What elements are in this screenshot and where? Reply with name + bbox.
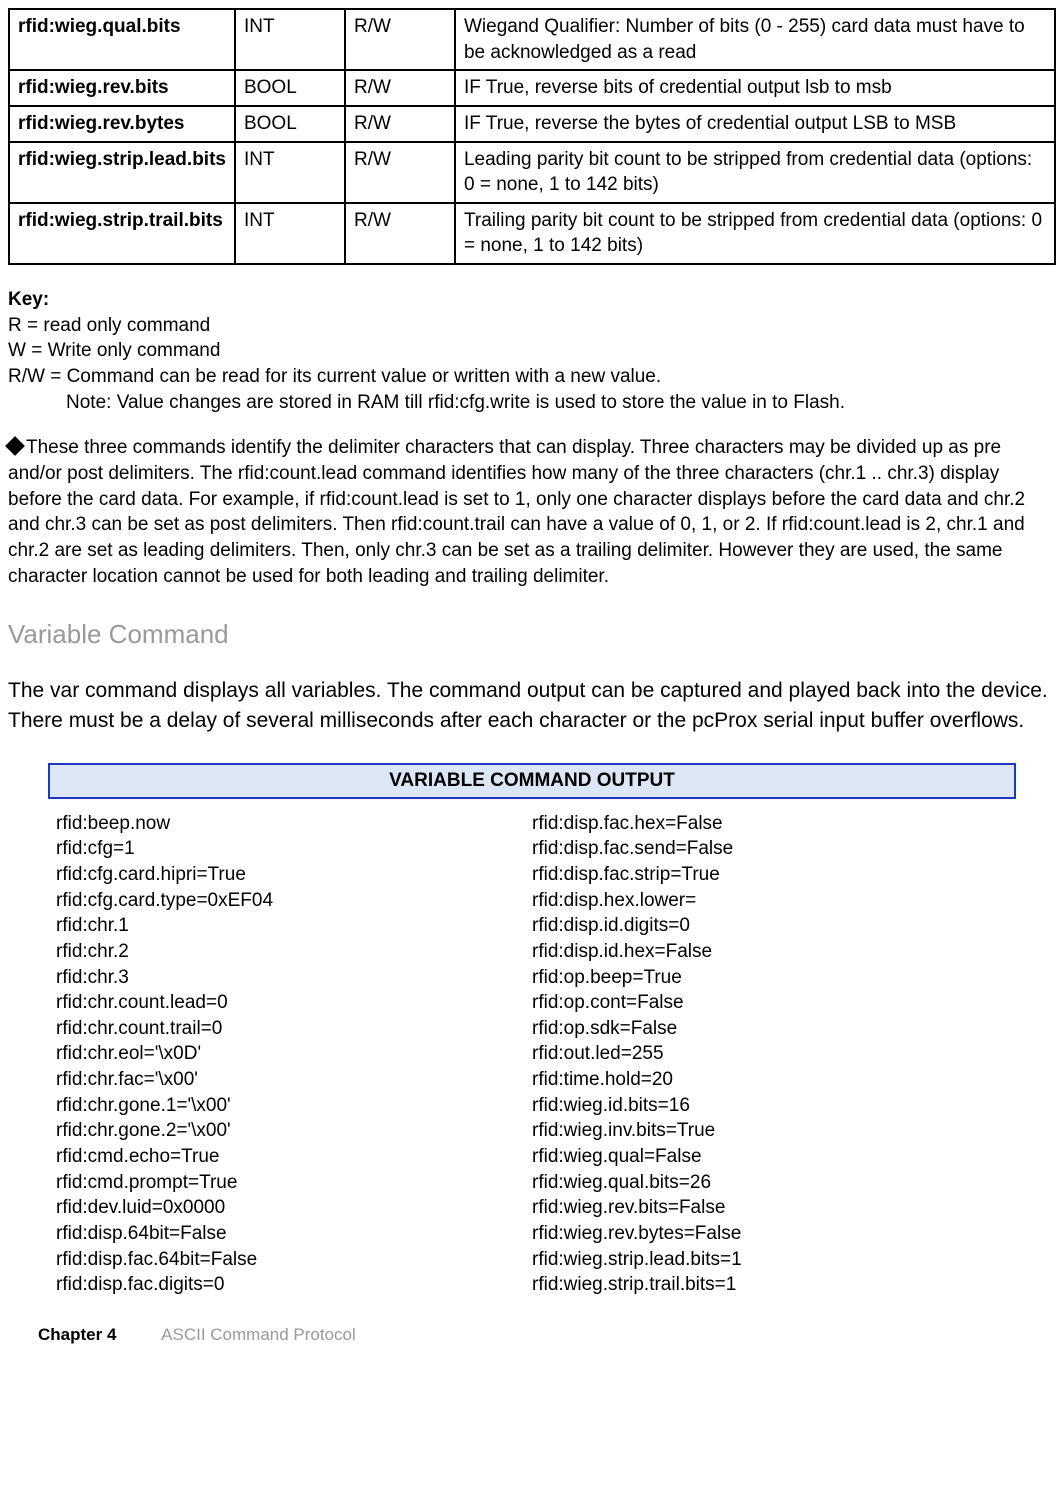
output-line: rfid:dev.luid=0x0000 xyxy=(56,1195,532,1221)
section-intro: The var command displays all variables. … xyxy=(8,676,1056,735)
cell-name: rfid:wieg.rev.bits xyxy=(9,70,235,106)
key-note: Note: Value changes are stored in RAM ti… xyxy=(8,390,1056,416)
output-line: rfid:disp.fac.hex=False xyxy=(532,811,1008,837)
cell-access: R/W xyxy=(345,142,455,203)
cell-access: R/W xyxy=(345,9,455,70)
output-line: rfid:chr.1 xyxy=(56,913,532,939)
table-row: rfid:wieg.rev.bytes BOOL R/W IF True, re… xyxy=(9,106,1055,142)
key-heading: Key: xyxy=(8,287,1056,313)
output-line: rfid:chr.gone.2='\x00' xyxy=(56,1118,532,1144)
output-columns: rfid:beep.now rfid:cfg=1 rfid:cfg.card.h… xyxy=(48,811,1016,1298)
section-heading: Variable Command xyxy=(8,617,1056,652)
output-line: rfid:wieg.rev.bits=False xyxy=(532,1195,1008,1221)
cell-type: INT xyxy=(235,203,345,264)
output-line: rfid:disp.fac.64bit=False xyxy=(56,1247,532,1273)
output-line: rfid:chr.2 xyxy=(56,939,532,965)
output-line: rfid:cfg.card.hipri=True xyxy=(56,862,532,888)
delimiter-text: These three commands identify the delimi… xyxy=(8,437,1025,586)
output-line: rfid:cfg=1 xyxy=(56,836,532,862)
output-header: VARIABLE COMMAND OUTPUT xyxy=(48,763,1016,799)
cell-desc: IF True, reverse bits of credential outp… xyxy=(455,70,1055,106)
footer-title: ASCII Command Protocol xyxy=(161,1325,356,1344)
cell-type: BOOL xyxy=(235,106,345,142)
cell-type: INT xyxy=(235,9,345,70)
cell-access: R/W xyxy=(345,203,455,264)
cell-access: R/W xyxy=(345,70,455,106)
output-line: rfid:cmd.prompt=True xyxy=(56,1170,532,1196)
output-line: rfid:disp.64bit=False xyxy=(56,1221,532,1247)
command-table-body: rfid:wieg.qual.bits INT R/W Wiegand Qual… xyxy=(9,9,1055,264)
table-row: rfid:wieg.rev.bits BOOL R/W IF True, rev… xyxy=(9,70,1055,106)
output-line: rfid:wieg.qual=False xyxy=(532,1144,1008,1170)
output-line: rfid:wieg.id.bits=16 xyxy=(532,1093,1008,1119)
output-line: rfid:chr.gone.1='\x00' xyxy=(56,1093,532,1119)
output-line: rfid:disp.id.digits=0 xyxy=(532,913,1008,939)
cell-desc: Leading parity bit count to be stripped … xyxy=(455,142,1055,203)
cell-name: rfid:wieg.rev.bytes xyxy=(9,106,235,142)
output-line: rfid:beep.now xyxy=(56,811,532,837)
key-line: R = read only command xyxy=(8,313,1056,339)
output-line: rfid:chr.count.trail=0 xyxy=(56,1016,532,1042)
output-line: rfid:op.beep=True xyxy=(532,965,1008,991)
output-line: rfid:wieg.strip.trail.bits=1 xyxy=(532,1272,1008,1298)
output-line: rfid:disp.fac.strip=True xyxy=(532,862,1008,888)
footer-chapter: Chapter 4 xyxy=(38,1325,116,1344)
cell-desc: Trailing parity bit count to be stripped… xyxy=(455,203,1055,264)
key-section: Key: R = read only command W = Write onl… xyxy=(8,287,1056,415)
output-line: rfid:disp.fac.digits=0 xyxy=(56,1272,532,1298)
output-col-right: rfid:disp.fac.hex=False rfid:disp.fac.se… xyxy=(532,811,1008,1298)
output-line: rfid:chr.eol='\x0D' xyxy=(56,1041,532,1067)
cell-type: BOOL xyxy=(235,70,345,106)
key-line: W = Write only command xyxy=(8,338,1056,364)
output-line: rfid:wieg.rev.bytes=False xyxy=(532,1221,1008,1247)
cell-desc: Wiegand Qualifier: Number of bits (0 - 2… xyxy=(455,9,1055,70)
output-line: rfid:disp.fac.send=False xyxy=(532,836,1008,862)
output-line: rfid:chr.count.lead=0 xyxy=(56,990,532,1016)
cell-access: R/W xyxy=(345,106,455,142)
table-row: rfid:wieg.strip.lead.bits INT R/W Leadin… xyxy=(9,142,1055,203)
cell-name: rfid:wieg.strip.lead.bits xyxy=(9,142,235,203)
output-line: rfid:chr.3 xyxy=(56,965,532,991)
cell-name: rfid:wieg.strip.trail.bits xyxy=(9,203,235,264)
command-table: rfid:wieg.qual.bits INT R/W Wiegand Qual… xyxy=(8,8,1056,265)
key-line: R/W = Command can be read for its curren… xyxy=(8,364,1056,390)
delimiter-paragraph: These three commands identify the delimi… xyxy=(8,435,1056,589)
output-line: rfid:wieg.strip.lead.bits=1 xyxy=(532,1247,1008,1273)
output-line: rfid:out.led=255 xyxy=(532,1041,1008,1067)
table-row: rfid:wieg.strip.trail.bits INT R/W Trail… xyxy=(9,203,1055,264)
output-line: rfid:time.hold=20 xyxy=(532,1067,1008,1093)
cell-name: rfid:wieg.qual.bits xyxy=(9,9,235,70)
output-line: rfid:cmd.echo=True xyxy=(56,1144,532,1170)
output-line: rfid:wieg.inv.bits=True xyxy=(532,1118,1008,1144)
output-line: rfid:disp.hex.lower= xyxy=(532,888,1008,914)
output-col-left: rfid:beep.now rfid:cfg=1 rfid:cfg.card.h… xyxy=(56,811,532,1298)
output-line: rfid:cfg.card.type=0xEF04 xyxy=(56,888,532,914)
diamond-icon xyxy=(5,436,25,456)
output-line: rfid:chr.fac='\x00' xyxy=(56,1067,532,1093)
cell-desc: IF True, reverse the bytes of credential… xyxy=(455,106,1055,142)
output-line: rfid:disp.id.hex=False xyxy=(532,939,1008,965)
page-footer: Chapter 4 ASCII Command Protocol xyxy=(8,1324,1056,1347)
output-line: rfid:op.cont=False xyxy=(532,990,1008,1016)
table-row: rfid:wieg.qual.bits INT R/W Wiegand Qual… xyxy=(9,9,1055,70)
output-line: rfid:wieg.qual.bits=26 xyxy=(532,1170,1008,1196)
output-box: VARIABLE COMMAND OUTPUT rfid:beep.now rf… xyxy=(48,763,1016,1298)
output-line: rfid:op.sdk=False xyxy=(532,1016,1008,1042)
cell-type: INT xyxy=(235,142,345,203)
